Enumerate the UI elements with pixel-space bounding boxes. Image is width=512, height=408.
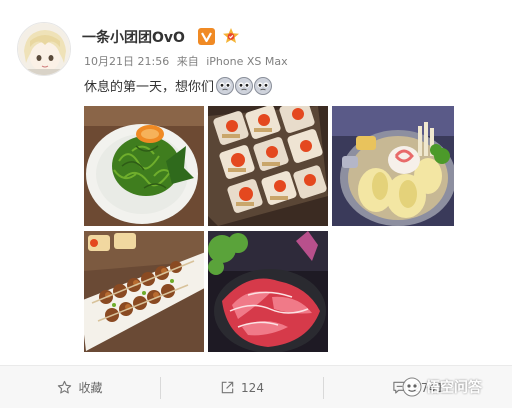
photo-sushi-rolls[interactable] xyxy=(208,106,328,226)
post-timestamp[interactable]: 10月21日 21:56 xyxy=(84,55,169,68)
avatar[interactable] xyxy=(17,22,71,76)
weibo-post: 一条小团团OvO 10月21日 21:56 来自 iPhone XS Max 休… xyxy=(0,0,512,360)
photo-seaweed-salad[interactable] xyxy=(84,106,204,226)
forward-count: 124 xyxy=(241,380,264,395)
favorite-button[interactable]: 收藏 xyxy=(0,366,160,408)
source-device[interactable]: iPhone XS Max xyxy=(206,55,287,68)
photo-skewers[interactable] xyxy=(84,231,204,352)
photo-raw-beef[interactable] xyxy=(208,231,328,352)
post-meta: 10月21日 21:56 来自 iPhone XS Max xyxy=(84,53,292,69)
favorite-label: 收藏 xyxy=(78,381,103,395)
forward-button[interactable]: 124 xyxy=(161,366,323,408)
source-prefix: 来自 xyxy=(176,55,199,68)
member-badge-icon[interactable] xyxy=(221,27,241,45)
post-text: 休息的第一天，想你们 xyxy=(84,76,273,95)
emoji-face-icon xyxy=(254,76,273,95)
emoji-group xyxy=(216,76,273,95)
watermark-text: 悟空问答 xyxy=(426,380,482,396)
emoji-face-icon xyxy=(216,76,235,95)
watermark: 悟空问答 xyxy=(402,377,482,397)
photo-hotpot[interactable] xyxy=(332,106,454,226)
share-icon xyxy=(221,381,234,394)
username[interactable]: 一条小团团OvO xyxy=(82,27,185,47)
star-icon xyxy=(58,380,72,394)
emoji-face-icon xyxy=(235,76,254,95)
verified-icon xyxy=(198,28,215,45)
wukong-logo-icon xyxy=(402,377,422,397)
post-text-content: 休息的第一天，想你们 xyxy=(84,80,215,95)
